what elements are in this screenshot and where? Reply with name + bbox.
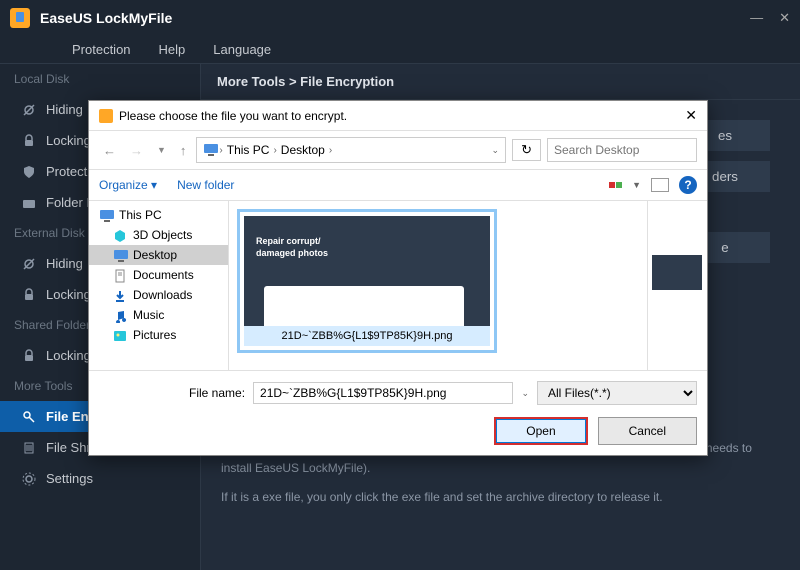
app-logo-icon <box>10 8 30 28</box>
key-icon <box>22 410 36 424</box>
back-arrow-icon[interactable]: ← <box>99 141 120 160</box>
thumbnails-view-icon[interactable] <box>609 182 622 188</box>
file-list[interactable]: Repair corrupt/ damaged photos 21D~`ZBB%… <box>229 201 647 370</box>
pic-icon <box>113 329 127 341</box>
up-arrow-icon[interactable]: ↑ <box>176 141 191 160</box>
sidebar-item-label: Locking <box>46 133 91 148</box>
file-type-filter[interactable]: All Files(*.*) <box>537 381 697 405</box>
download-icon <box>113 289 127 301</box>
desktop-icon <box>113 249 127 261</box>
sidebar-item-label: Locking <box>46 287 91 302</box>
sidebar-item-label: Settings <box>46 471 93 486</box>
gear-icon <box>22 472 36 486</box>
lock-icon <box>22 349 36 363</box>
path-bar[interactable]: › This PC › Desktop › ⌄ <box>196 137 506 163</box>
music-icon <box>113 309 127 321</box>
preview-pane <box>647 201 707 370</box>
tree-item-music[interactable]: Music <box>89 305 228 325</box>
shred-icon <box>22 441 36 455</box>
filename-input[interactable] <box>253 382 513 404</box>
folder-tree: This PC3D ObjectsDesktopDocumentsDownloa… <box>89 201 229 370</box>
tree-item-documents[interactable]: Documents <box>89 265 228 285</box>
title-bar: EaseUS LockMyFile — ✕ <box>0 0 800 36</box>
tree-item-3d objects[interactable]: 3D Objects <box>89 225 228 245</box>
sidebar-item-label: Locking <box>46 348 91 363</box>
chevron-down-icon[interactable]: ▼ <box>153 143 170 157</box>
menu-bar: Protection Help Language <box>0 36 800 64</box>
sidebar-section-header: Local Disk <box>0 64 200 94</box>
help-icon[interactable]: ? <box>679 176 697 194</box>
eye-off-icon <box>22 257 36 271</box>
new-folder-button[interactable]: New folder <box>177 178 234 192</box>
lock-icon <box>22 134 36 148</box>
minimize-icon[interactable]: — <box>750 10 763 26</box>
tree-item-this pc[interactable]: This PC <box>89 205 228 225</box>
3d-icon <box>113 229 127 241</box>
sidebar-item-settings[interactable]: Settings <box>0 463 200 494</box>
shield-icon <box>99 109 113 123</box>
forward-arrow-icon[interactable]: → <box>126 141 147 160</box>
dialog-close-icon[interactable]: ✕ <box>685 107 697 124</box>
search-input[interactable] <box>547 138 697 162</box>
tree-item-downloads[interactable]: Downloads <box>89 285 228 305</box>
monitor-icon <box>203 143 219 157</box>
menu-help[interactable]: Help <box>159 42 186 57</box>
file-thumbnail[interactable]: Repair corrupt/ damaged photos 21D~`ZBB%… <box>237 209 497 353</box>
file-open-dialog: Please choose the file you want to encry… <box>88 100 708 456</box>
breadcrumb: More Tools > File Encryption <box>201 64 800 100</box>
tree-item-pictures[interactable]: Pictures <box>89 325 228 345</box>
tree-item-desktop[interactable]: Desktop <box>89 245 228 265</box>
eye-off-icon <box>22 103 36 117</box>
lock-icon <box>22 288 36 302</box>
path-dropdown-icon[interactable]: ⌄ <box>492 145 500 156</box>
organize-button[interactable]: Organize ▾ <box>99 178 157 192</box>
app-title: EaseUS LockMyFile <box>40 10 172 26</box>
cancel-button[interactable]: Cancel <box>598 417 697 445</box>
help-text-2: If it is a exe file, you only click the … <box>221 487 780 507</box>
sidebar-item-label: Hiding <box>46 102 83 117</box>
menu-protection[interactable]: Protection <box>72 42 131 57</box>
pc-icon <box>99 209 113 221</box>
file-name-label: 21D~`ZBB%G{L1$9TP85K}9H.png <box>244 326 490 346</box>
preview-thumbnail-icon <box>652 255 702 290</box>
filename-label: File name: <box>189 386 245 400</box>
open-button[interactable]: Open <box>494 417 587 445</box>
dialog-title: Please choose the file you want to encry… <box>119 109 347 123</box>
close-icon[interactable]: ✕ <box>779 10 790 26</box>
refresh-icon[interactable]: ↻ <box>512 139 541 161</box>
folder-icon <box>22 196 36 210</box>
sidebar-item-label: Hiding <box>46 256 83 271</box>
doc-icon <box>113 269 127 281</box>
menu-language[interactable]: Language <box>213 42 271 57</box>
shield-icon <box>22 165 36 179</box>
preview-pane-icon[interactable] <box>651 178 669 192</box>
